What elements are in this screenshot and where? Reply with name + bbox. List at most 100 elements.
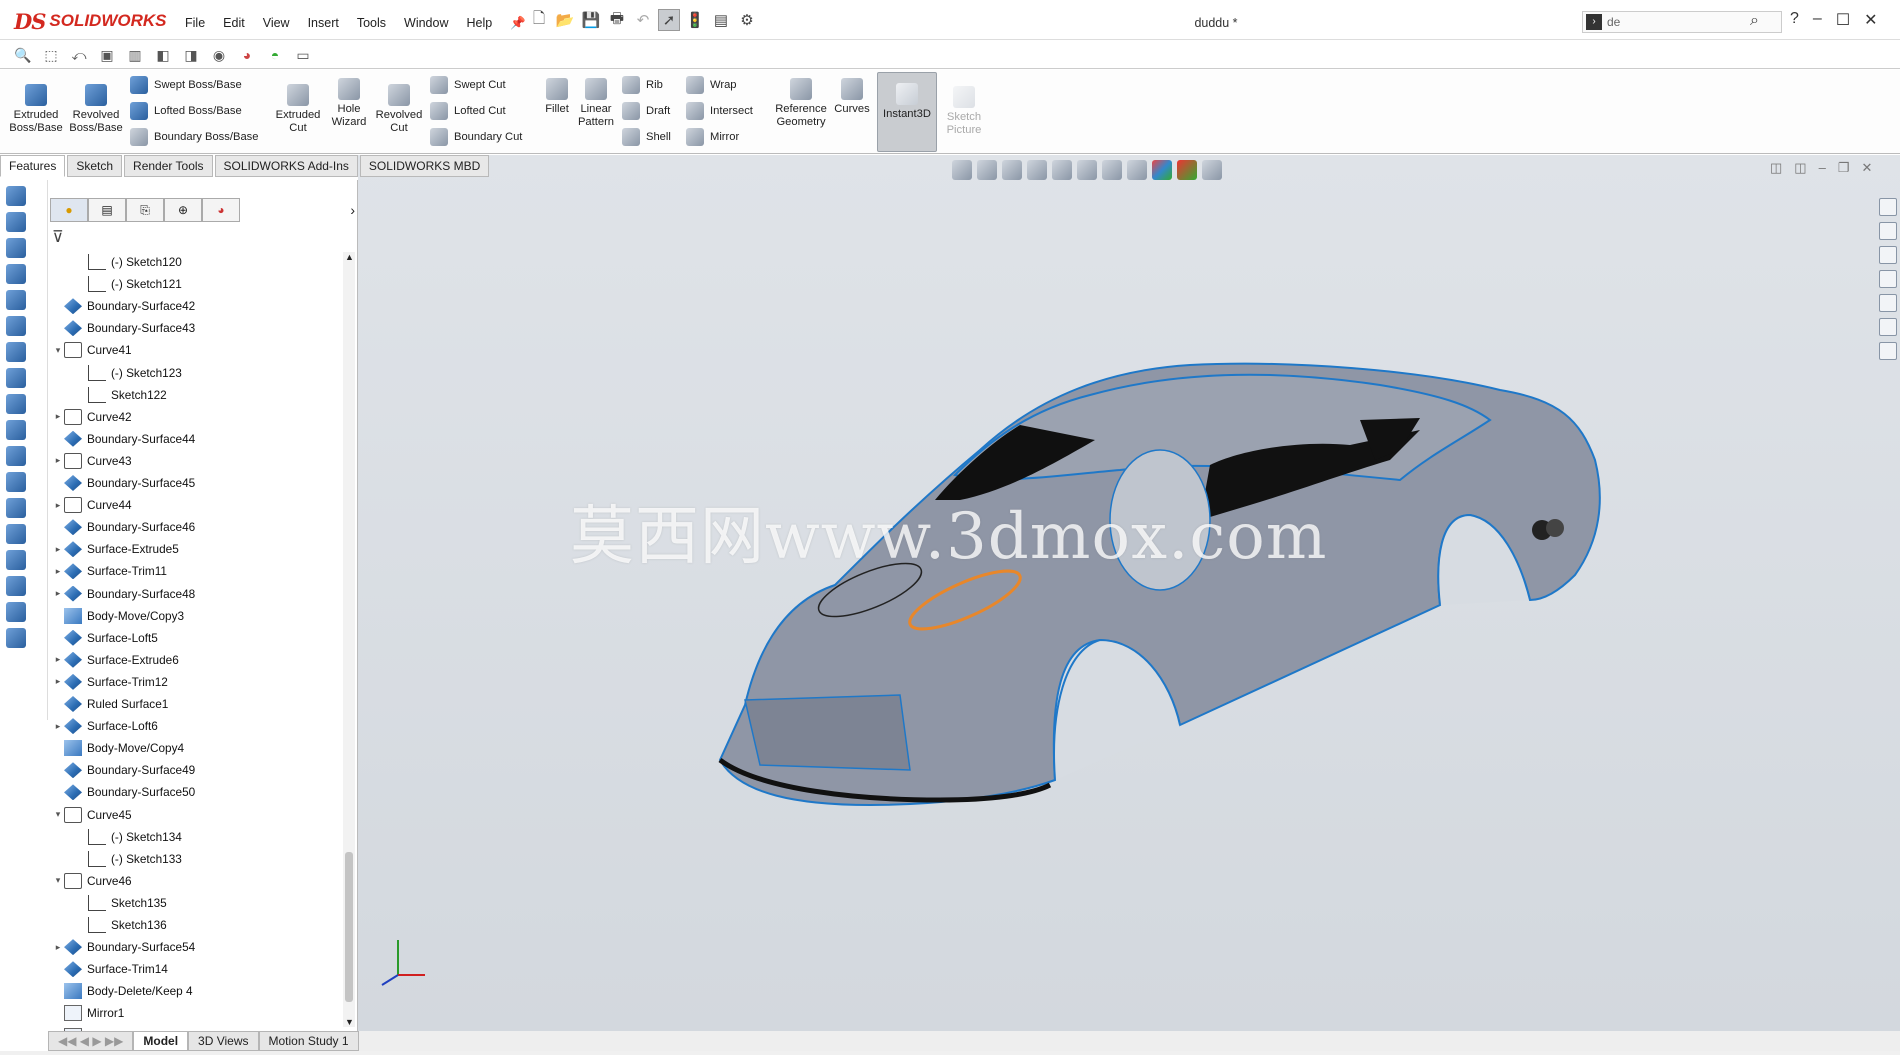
zoom-fit-icon[interactable]: 🔍	[12, 44, 34, 66]
tree-node[interactable]: (-) Sketch133	[76, 848, 182, 870]
planar-surface-icon[interactable]	[6, 342, 26, 362]
tree-node[interactable]: ▸ Curve43	[52, 450, 132, 472]
wrap-button[interactable]: Wrap	[686, 76, 737, 94]
tile-left-icon[interactable]: ◫	[1770, 160, 1782, 176]
tree-node[interactable]: Boundary-Surface43	[52, 317, 195, 339]
revolved-cut-button[interactable]: Revolved Cut	[372, 84, 426, 135]
view-settings-icon[interactable]	[1202, 160, 1222, 180]
expand-arrow-icon[interactable]: ▸	[52, 544, 64, 555]
extrude-tool-icon[interactable]	[6, 186, 26, 206]
curves-button[interactable]: Curves	[832, 78, 872, 116]
tile-right-icon[interactable]: ◫	[1794, 160, 1806, 176]
tree-node[interactable]: Mirror1	[52, 1002, 124, 1024]
tree-node[interactable]: Boundary-Surface44	[52, 428, 195, 450]
tree-node[interactable]: Ruled Surface1	[52, 693, 168, 715]
swept-boss-button[interactable]: Swept Boss/Base	[130, 76, 242, 94]
feature-tree-tab-icon[interactable]: ●	[50, 198, 88, 222]
graphics-viewport[interactable]	[358, 155, 1900, 1035]
tree-node[interactable]: ▾ Curve41	[52, 339, 132, 361]
menu-window[interactable]: Window	[395, 12, 457, 35]
swept-cut-button[interactable]: Swept Cut	[430, 76, 506, 94]
collapse-arrow-icon[interactable]: ▾	[52, 345, 64, 356]
loft-tool-icon[interactable]	[6, 264, 26, 284]
viewport-minimize-icon[interactable]: –	[1819, 160, 1826, 176]
fill-surface-icon[interactable]	[6, 368, 26, 388]
custom-properties-icon[interactable]	[1879, 318, 1897, 336]
maximize-icon[interactable]: ☐	[1836, 10, 1850, 30]
boundary-boss-button[interactable]: Boundary Boss/Base	[130, 128, 258, 146]
feature-tree-scrollbar[interactable]: ▲ ▼	[343, 252, 355, 1027]
tree-node[interactable]: ▸ Surface-Trim11	[52, 560, 167, 582]
configuration-manager-tab-icon[interactable]: ⎘	[126, 198, 164, 222]
expand-arrow-icon[interactable]: ▸	[52, 411, 64, 422]
tree-node[interactable]: ▸ Curve42	[52, 406, 132, 428]
view-orientation-icon[interactable]: ◧	[152, 44, 174, 66]
tab-model[interactable]: Model	[133, 1031, 189, 1051]
boundary-tool-icon[interactable]	[6, 290, 26, 310]
sweep-tool-icon[interactable]	[6, 238, 26, 258]
tree-node[interactable]: ▸ Boundary-Surface48	[52, 583, 195, 605]
file-properties-icon[interactable]: ▤	[710, 9, 732, 31]
edit-appearance-icon[interactable]	[1152, 160, 1172, 180]
expand-arrow-icon[interactable]: ▸	[52, 676, 64, 687]
tree-node[interactable]: Boundary-Surface46	[52, 516, 195, 538]
reference-geometry-button[interactable]: Reference Geometry	[770, 78, 832, 129]
trim-surface-icon[interactable]	[6, 420, 26, 440]
section-view-icon[interactable]	[1027, 160, 1047, 180]
zoom-to-fit-icon[interactable]	[952, 160, 972, 180]
previous-view-icon[interactable]: ⤺	[68, 44, 90, 66]
dynamic-annotation-views-icon[interactable]	[1052, 160, 1072, 180]
dynamic-annotation-icon[interactable]: ▥	[124, 44, 146, 66]
tree-node[interactable]: Boundary-Surface50	[52, 781, 195, 803]
search-box[interactable]: › de ⌕	[1582, 11, 1782, 33]
tree-node[interactable]: ▸ Surface-Extrude6	[52, 649, 179, 671]
boundary-cut-button[interactable]: Boundary Cut	[430, 128, 522, 146]
scroll-down-arrow-icon[interactable]: ▼	[345, 1017, 354, 1027]
edit-appearance-icon[interactable]: ◕	[236, 44, 258, 66]
display-manager-tab-icon[interactable]: ◕	[202, 198, 240, 222]
menu-tools[interactable]: Tools	[348, 12, 395, 35]
zoom-area-icon[interactable]: ⬚	[40, 44, 62, 66]
hide-show-icon[interactable]: ◉	[208, 44, 230, 66]
linear-pattern-button[interactable]: Linear Pattern	[574, 78, 618, 129]
sketch-picture-button[interactable]: Sketch Picture	[938, 86, 990, 137]
revolve-tool-icon[interactable]	[6, 212, 26, 232]
magnifier-icon[interactable]: ⌕	[1750, 12, 1759, 30]
view-settings-icon[interactable]: ▭	[292, 44, 314, 66]
tree-node[interactable]: ▸ Curve44	[52, 494, 132, 516]
collapse-arrow-icon[interactable]: ▾	[52, 809, 64, 820]
tree-node[interactable]: Sketch135	[76, 892, 167, 914]
tree-node[interactable]: Body-Delete/Keep 4	[52, 980, 193, 1002]
cut-with-surface-icon[interactable]	[6, 576, 26, 596]
design-library-icon[interactable]	[1879, 222, 1897, 240]
replace-face-icon[interactable]	[6, 550, 26, 570]
lofted-boss-button[interactable]: Lofted Boss/Base	[130, 102, 242, 120]
expand-arrow-icon[interactable]: ▸	[52, 588, 64, 599]
menu-edit[interactable]: Edit	[214, 12, 254, 35]
menu-file[interactable]: File	[176, 12, 214, 35]
tree-node[interactable]: Body-Move/Copy3	[52, 605, 184, 627]
expand-panel-chevron-icon[interactable]: ›	[350, 202, 355, 218]
expand-arrow-icon[interactable]: ▸	[52, 500, 64, 511]
apply-scene-icon[interactable]: ◓	[264, 44, 286, 66]
tab-sketch[interactable]: Sketch	[67, 155, 123, 177]
scroll-up-arrow-icon[interactable]: ▲	[345, 252, 354, 262]
tree-node[interactable]: (-) Sketch134	[76, 826, 182, 848]
extend-surface-icon[interactable]	[6, 446, 26, 466]
tree-node[interactable]: ▸ Surface-Loft6	[52, 715, 158, 737]
new-file-icon[interactable]: 🗋	[528, 9, 550, 31]
tree-node[interactable]: (-) Sketch121	[76, 273, 182, 295]
traffic-light-icon[interactable]: 🚦	[684, 9, 706, 31]
appearances-scenes-icon[interactable]	[1879, 294, 1897, 312]
dimxpert-tab-icon[interactable]: ⊕	[164, 198, 202, 222]
apply-scene-icon[interactable]	[1177, 160, 1197, 180]
tree-node[interactable]: ▸ Boundary-Surface54	[52, 936, 195, 958]
extruded-cut-button[interactable]: Extruded Cut	[270, 84, 326, 135]
tab-features[interactable]: Features	[0, 155, 66, 177]
help-icon[interactable]: ?	[1790, 10, 1799, 30]
filter-icon[interactable]: ⊽	[52, 227, 64, 247]
view-orientation-icon[interactable]	[1077, 160, 1097, 180]
hole-wizard-button[interactable]: Hole Wizard	[324, 78, 374, 129]
open-folder-icon[interactable]: 📂	[554, 9, 576, 31]
fillet-button[interactable]: Fillet	[540, 78, 574, 116]
